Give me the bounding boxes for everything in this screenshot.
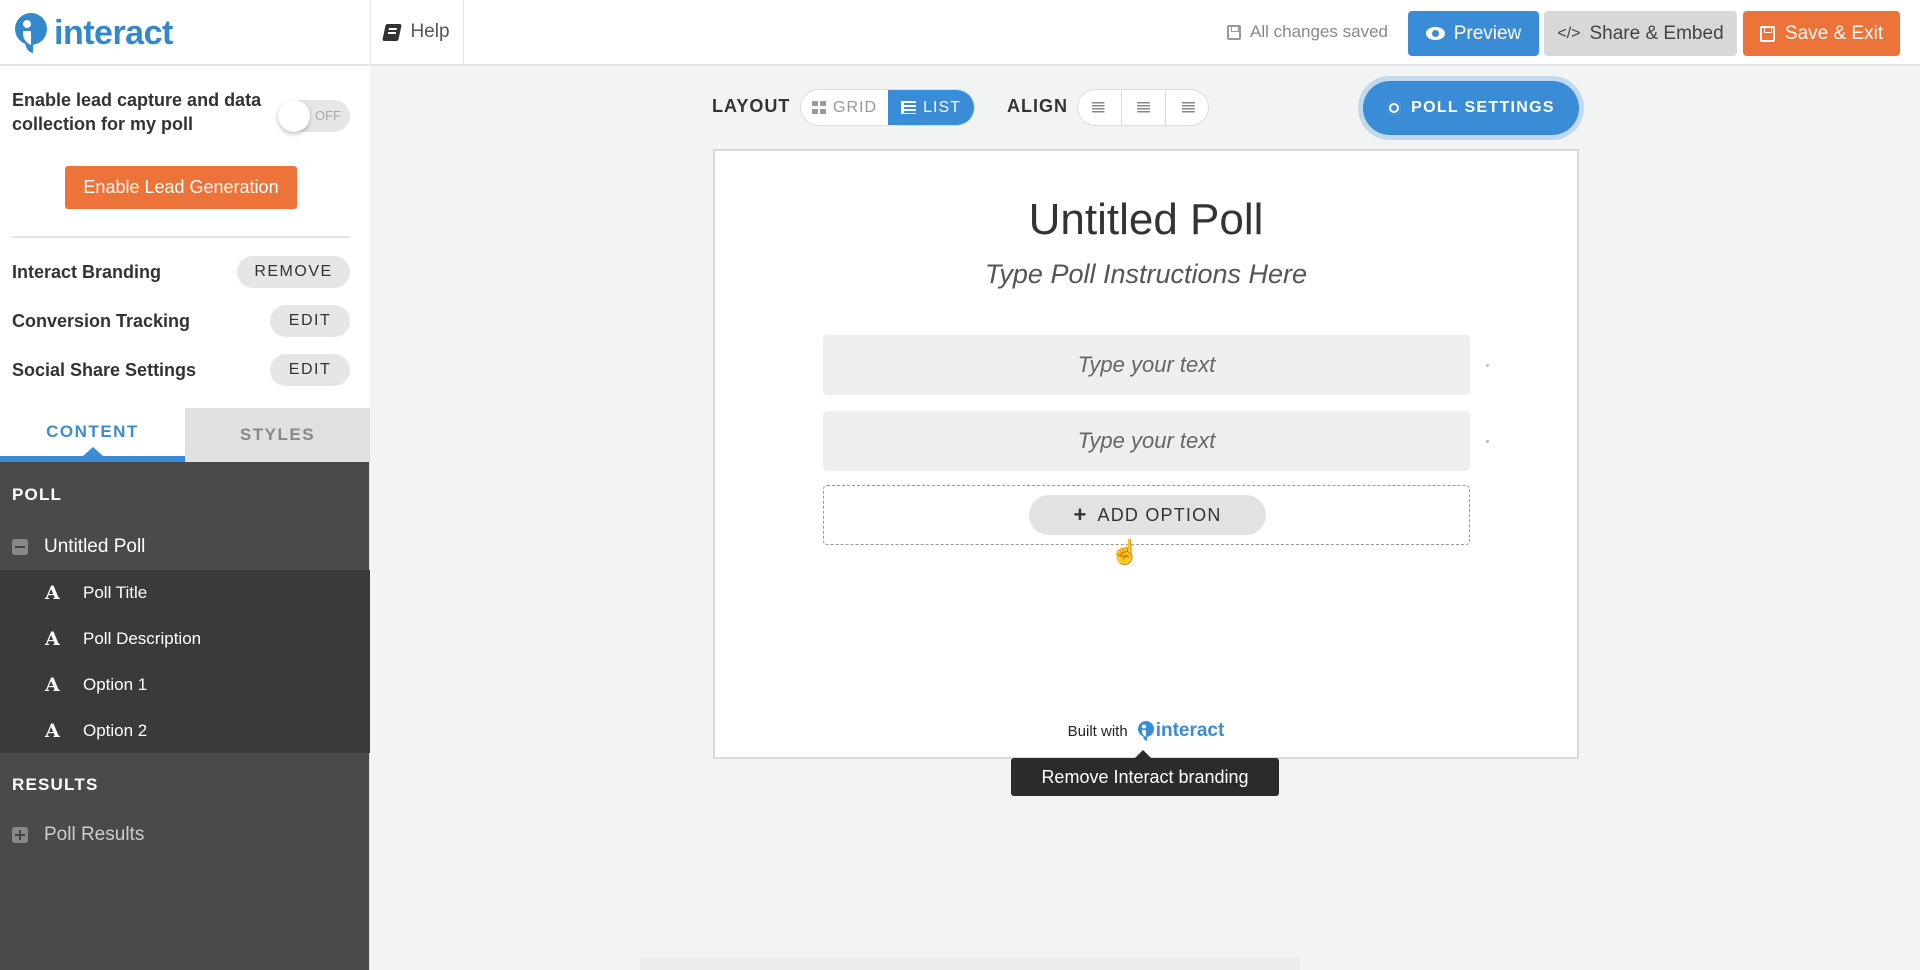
layout-grid-button[interactable]: GRID	[801, 90, 888, 125]
expand-icon[interactable]	[12, 827, 28, 843]
save-exit-button[interactable]: Save & Exit	[1743, 11, 1900, 56]
collapse-icon[interactable]	[12, 539, 28, 555]
option-handle-icon[interactable]	[1486, 440, 1489, 443]
eye-icon	[1425, 27, 1445, 40]
setting-row-interact-branding: Interact Branding REMOVE	[12, 255, 350, 289]
tree-item-option-1[interactable]: A Option 1	[0, 662, 370, 708]
align-right-icon	[1182, 102, 1195, 113]
tree-item-poll-results[interactable]: Poll Results	[0, 812, 370, 858]
poll-option-2[interactable]: Type your text	[823, 411, 1470, 471]
align-center-button[interactable]	[1121, 90, 1164, 125]
preview-button[interactable]: Preview	[1408, 11, 1539, 56]
poll-settings-label: POLL SETTINGS	[1411, 99, 1555, 116]
toggle-state-label: OFF	[315, 108, 341, 123]
floppy-disk-icon	[1759, 25, 1775, 42]
setting-label: Conversion Tracking	[12, 310, 191, 331]
align-toggle	[1077, 89, 1209, 126]
preview-label: Preview	[1453, 22, 1522, 44]
poll-children-list: A Poll Title A Poll Description A Option…	[0, 570, 370, 753]
add-option-button[interactable]: + ADD OPTION	[1029, 495, 1266, 535]
align-left-icon	[1091, 102, 1105, 113]
tree-item-label: Poll Description	[83, 629, 202, 648]
tree-item-label: Option 2	[83, 721, 148, 740]
sidebar-settings-panel: Enable lead capture and data collection …	[0, 66, 370, 408]
tree-item-label: Option 1	[83, 675, 148, 694]
share-embed-button[interactable]: </> Share & Embed	[1544, 11, 1737, 56]
poll-instructions[interactable]: Type Poll Instructions Here	[715, 259, 1577, 290]
align-center-icon	[1137, 102, 1150, 113]
poll-option-1[interactable]: Type your text	[823, 335, 1470, 395]
tree-item-label: Untitled Poll	[44, 536, 146, 557]
tree-item-label: Poll Results	[44, 824, 145, 845]
layout-label: LAYOUT	[712, 96, 791, 116]
interact-logo-icon	[15, 13, 47, 53]
interact-branding-logo[interactable]: interact	[1136, 720, 1225, 742]
tree-item-poll-title[interactable]: A Poll Title	[0, 570, 370, 616]
interact-logo[interactable]: interact	[11, 12, 173, 54]
layout-list-label: LIST	[923, 98, 961, 116]
plus-icon: +	[1073, 502, 1088, 527]
layout-toggle: GRID LIST	[800, 89, 975, 126]
built-with-text: Built with	[1067, 722, 1128, 740]
grid-icon	[812, 101, 826, 114]
hand-cursor-icon: ☝	[1110, 539, 1140, 566]
text-icon: A	[45, 582, 60, 604]
edit-social-share-button[interactable]: EDIT	[270, 354, 350, 386]
option-handle-icon[interactable]	[1486, 364, 1489, 367]
tree-item-poll-description[interactable]: A Poll Description	[0, 616, 370, 662]
toggle-knob	[278, 100, 310, 132]
top-bar: interact Help All changes saved Preview …	[0, 0, 1920, 66]
tab-content[interactable]: CONTENT	[0, 408, 185, 462]
gear-icon	[1387, 101, 1402, 115]
save-status: All changes saved	[1227, 22, 1388, 42]
share-label: Share & Embed	[1589, 22, 1724, 44]
save-exit-label: Save & Exit	[1784, 22, 1884, 44]
poll-section-heading: POLL	[12, 485, 63, 504]
built-with-branding: Built with interact	[715, 720, 1577, 742]
enable-lead-generation-button[interactable]: Enable Lead Generation	[65, 166, 297, 209]
canvas-bottom-edge	[640, 958, 1300, 970]
setting-row-conversion-tracking: Conversion Tracking EDIT	[12, 304, 350, 338]
poll-title[interactable]: Untitled Poll	[715, 195, 1577, 245]
remove-branding-button[interactable]: REMOVE	[237, 256, 350, 288]
book-icon	[382, 23, 403, 41]
layout-grid-label: GRID	[833, 98, 877, 116]
save-status-text: All changes saved	[1250, 22, 1388, 41]
tree-item-untitled-poll[interactable]: Untitled Poll	[0, 524, 370, 570]
divider	[12, 236, 350, 238]
branding-logo-text: interact	[1155, 720, 1225, 741]
tree-item-label: Poll Title	[83, 583, 148, 602]
setting-row-social-share: Social Share Settings EDIT	[12, 353, 350, 387]
code-icon: </>	[1557, 24, 1581, 42]
edit-conversion-tracking-button[interactable]: EDIT	[270, 305, 350, 337]
setting-label: Social Share Settings	[12, 359, 197, 380]
setting-label: Interact Branding	[12, 261, 162, 282]
lead-capture-toggle[interactable]: OFF	[278, 100, 350, 132]
logo-text: interact	[54, 13, 173, 52]
text-icon: A	[45, 720, 60, 742]
remove-branding-tooltip: Remove Interact branding	[1011, 750, 1279, 796]
tab-styles[interactable]: STYLES	[185, 408, 370, 462]
lead-capture-text: Enable lead capture and data collection …	[12, 90, 262, 134]
tree-item-option-2[interactable]: A Option 2	[0, 708, 370, 754]
poll-preview-card: Untitled Poll Type Poll Instructions Her…	[713, 149, 1579, 759]
align-label: ALIGN	[1007, 96, 1068, 116]
sidebar-tabs: CONTENT STYLES	[0, 408, 370, 462]
sidebar: Enable lead capture and data collection …	[0, 66, 370, 970]
add-option-area: + ADD OPTION	[823, 485, 1470, 545]
floppy-disk-icon	[1227, 24, 1241, 40]
add-option-label: ADD OPTION	[1097, 504, 1222, 525]
help-label: Help	[410, 21, 450, 42]
list-icon	[901, 101, 917, 114]
help-button[interactable]: Help	[370, 0, 464, 64]
layout-list-button[interactable]: LIST	[888, 90, 974, 125]
poll-settings-button[interactable]: POLL SETTINGS	[1363, 81, 1579, 135]
text-icon: A	[45, 628, 60, 650]
align-left-button[interactable]	[1078, 90, 1121, 125]
text-icon: A	[45, 674, 60, 696]
align-right-button[interactable]	[1164, 90, 1208, 125]
results-section-heading: RESULTS	[12, 775, 99, 794]
interact-logo-icon	[1137, 721, 1154, 741]
